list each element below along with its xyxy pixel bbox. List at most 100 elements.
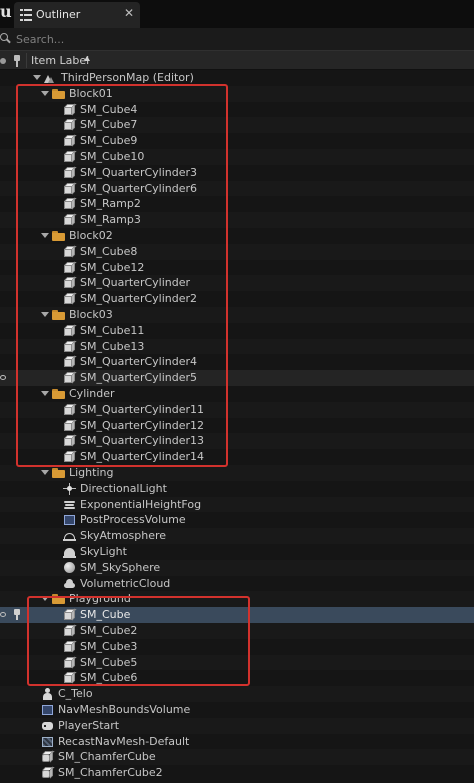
column-header: Item Label — [0, 50, 474, 70]
static-mesh-icon — [63, 608, 77, 621]
expand-arrow-icon[interactable] — [41, 90, 49, 96]
tree-row-label: SM_Cube13 — [80, 339, 145, 353]
tree-folder-row[interactable]: Block03 — [0, 307, 474, 323]
pin-column-icon[interactable] — [13, 55, 21, 67]
tree-row[interactable]: NavMeshBoundsVolume — [0, 702, 474, 718]
tree-row-label: PlayerStart — [58, 718, 120, 732]
tree-row[interactable]: SM_Cube13 — [0, 338, 474, 355]
tree-row[interactable]: SM_Cube11 — [0, 323, 474, 339]
tree-row[interactable]: PlayerStart — [0, 717, 474, 734]
tree-row[interactable]: SM_Cube6 — [0, 670, 474, 686]
tree-row[interactable]: ThirdPersonMap (Editor) — [0, 70, 474, 86]
tree-row-label: SM_Cube11 — [80, 323, 145, 337]
tree-row-label: ThirdPersonMap (Editor) — [61, 71, 194, 84]
tree-row[interactable]: SM_QuarterCylinder12 — [0, 418, 474, 434]
tree-row[interactable]: SM_Cube9 — [0, 133, 474, 149]
static-mesh-icon — [63, 671, 77, 684]
tree-row[interactable]: SM_Cube2 — [0, 623, 474, 639]
static-mesh-icon — [63, 118, 77, 131]
tree-row[interactable]: SM_Cube7 — [0, 117, 474, 134]
tree-row-label: SM_QuarterCylinder12 — [80, 418, 205, 432]
tree-row[interactable]: SM_Cube10 — [0, 149, 474, 165]
tree-row[interactable]: SM_Cube4 — [0, 102, 474, 118]
expand-arrow-icon[interactable] — [33, 75, 41, 80]
tree-row[interactable]: PostProcessVolume — [0, 512, 474, 528]
visibility-column-icon[interactable] — [0, 58, 6, 64]
tree-row[interactable]: SM_QuarterCylinder5 — [0, 370, 474, 386]
tree-row[interactable]: SM_ChamferCube2 — [0, 765, 474, 781]
tab-bar: u Outliner ✕ — [0, 0, 474, 28]
tree-row[interactable]: SM_Ramp2 — [0, 196, 474, 212]
tree-row-label: SM_Cube3 — [80, 639, 138, 653]
tree-row[interactable]: SM_SkySphere — [0, 559, 474, 576]
tree-row[interactable]: SM_QuarterCylinder14 — [0, 449, 474, 465]
tree-row-label: SM_Cube6 — [80, 671, 138, 685]
tree-row[interactable]: DirectionalLight — [0, 481, 474, 497]
tree-row[interactable]: SM_ChamferCube — [0, 749, 474, 766]
visibility-toggle-icon[interactable] — [0, 612, 6, 618]
visibility-toggle-icon[interactable] — [0, 375, 6, 381]
folder-icon — [52, 88, 65, 100]
tree-folder-row[interactable]: Cylinder — [0, 386, 474, 402]
expand-arrow-icon[interactable] — [41, 233, 49, 238]
sort-ascending-icon[interactable] — [84, 56, 90, 61]
tab-outliner[interactable]: Outliner ✕ — [14, 2, 140, 28]
tree-row-label: SM_ChamferCube — [58, 750, 156, 764]
tree-row[interactable]: SkyAtmosphere — [0, 528, 474, 544]
tree-row-label: SM_QuarterCylinder5 — [80, 371, 198, 385]
tree-row-label: NavMeshBoundsVolume — [58, 703, 191, 716]
tree-folder-row[interactable]: Block01 — [0, 85, 474, 102]
tree-folder-row[interactable]: Block02 — [0, 228, 474, 244]
tree-row[interactable]: SM_Cube5 — [0, 654, 474, 671]
tree-row[interactable]: SM_QuarterCylinder — [0, 275, 474, 292]
tree-row-label: SM_ChamferCube2 — [58, 766, 163, 780]
tree-row[interactable]: RecastNavMesh-Default — [0, 734, 474, 750]
expand-arrow-icon[interactable] — [41, 470, 49, 475]
static-mesh-icon — [63, 624, 77, 637]
tree-row[interactable]: SM_Cube8 — [0, 243, 474, 260]
directional-light-icon — [63, 482, 76, 495]
tree-folder-row[interactable]: Lighting — [0, 465, 474, 481]
static-mesh-icon — [63, 419, 77, 432]
tree-row[interactable]: SM_QuarterCylinder2 — [0, 291, 474, 307]
item-label-column[interactable]: Item Label — [31, 54, 89, 67]
expand-arrow-icon[interactable] — [41, 596, 49, 602]
static-mesh-icon — [63, 640, 77, 653]
tree-row-label: SM_Cube — [80, 608, 131, 622]
search-input[interactable] — [16, 31, 456, 47]
tree-row[interactable]: C_Telo — [0, 686, 474, 702]
tree-row[interactable]: SM_Ramp3 — [0, 212, 474, 228]
static-mesh-icon — [63, 371, 77, 384]
static-mesh-icon — [63, 403, 77, 416]
tree-row-label: SM_Ramp3 — [80, 213, 141, 227]
close-icon[interactable]: ✕ — [124, 6, 134, 20]
tree-row-label: Block01 — [69, 86, 113, 100]
tree-row[interactable]: SM_Cube — [0, 607, 474, 623]
tree-row[interactable]: SkyLight — [0, 544, 474, 560]
static-mesh-icon — [63, 166, 77, 179]
static-mesh-icon — [63, 103, 77, 116]
tree-row[interactable]: ExponentialHeightFog — [0, 496, 474, 513]
tree-row-label: Block02 — [69, 229, 113, 242]
tree-row[interactable]: VolumetricCloud — [0, 576, 474, 592]
sky-atmosphere-icon — [63, 530, 76, 542]
pin-icon[interactable] — [13, 609, 21, 621]
expand-arrow-icon[interactable] — [41, 312, 49, 317]
tree-row-label: SkyAtmosphere — [80, 529, 167, 543]
tree-row[interactable]: SM_Cube12 — [0, 260, 474, 276]
tree-row-label: SM_QuarterCylinder13 — [80, 434, 205, 448]
static-mesh-icon — [63, 182, 77, 195]
expand-arrow-icon[interactable] — [41, 391, 49, 396]
static-mesh-icon — [63, 197, 77, 210]
tree-row[interactable]: SM_QuarterCylinder13 — [0, 433, 474, 450]
static-mesh-icon — [63, 150, 77, 163]
tree-row[interactable]: SM_QuarterCylinder3 — [0, 165, 474, 181]
tree-row[interactable]: SM_QuarterCylinder6 — [0, 180, 474, 197]
column-divider[interactable] — [26, 53, 27, 68]
tree-row[interactable]: SM_QuarterCylinder11 — [0, 401, 474, 418]
tree-row[interactable]: SM_QuarterCylinder4 — [0, 354, 474, 370]
static-mesh-icon — [63, 324, 77, 337]
tree-row[interactable]: SM_Cube3 — [0, 639, 474, 655]
tree-folder-row[interactable]: Playground — [0, 591, 474, 608]
volume-icon — [63, 514, 76, 526]
